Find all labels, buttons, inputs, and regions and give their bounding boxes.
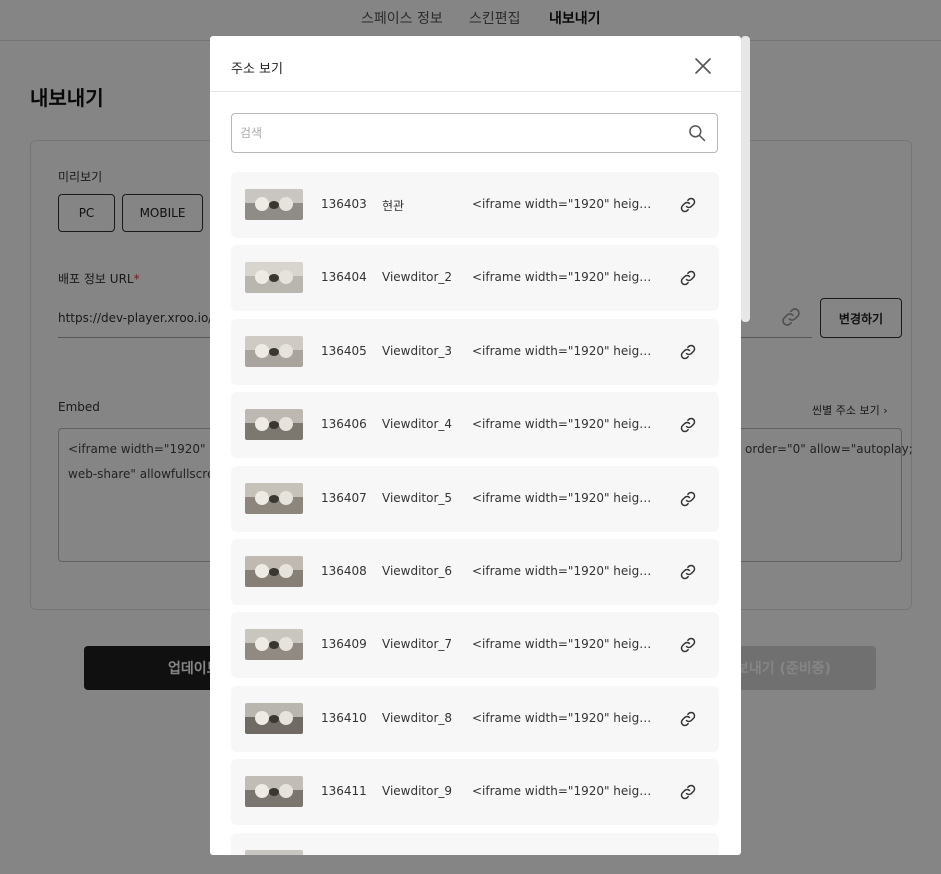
scene-id: 136408 bbox=[321, 564, 367, 578]
scene-thumbnail bbox=[245, 702, 303, 734]
scene-row: 136405 Viewditor_3 <iframe width="1920" he… bbox=[231, 318, 719, 385]
search-icon[interactable] bbox=[687, 123, 707, 143]
scene-embed-code: <iframe width="1920" height="1080" src="… bbox=[472, 343, 657, 358]
scene-thumbnail bbox=[245, 629, 303, 661]
search-input[interactable] bbox=[240, 122, 670, 144]
scene-id: 136407 bbox=[321, 490, 367, 505]
scene-name: Viewditor_8 bbox=[382, 710, 453, 725]
scene-id: 136405 bbox=[321, 343, 367, 358]
scene-id: 136406 bbox=[321, 417, 367, 432]
link-icon[interactable] bbox=[679, 490, 697, 508]
scene-id: 136410 bbox=[321, 710, 367, 725]
scene-embed-code: <iframe width="1920" height="1080" src="… bbox=[472, 490, 657, 505]
modal-scrollbar[interactable] bbox=[741, 36, 750, 855]
scene-embed-code: <iframe width="1920" height="1080" src="… bbox=[472, 637, 657, 652]
close-icon[interactable] bbox=[691, 54, 715, 78]
scene-embed-code: <iframe width="1920" height="1080" src="… bbox=[472, 270, 657, 285]
scene-row: 136403 현관 <iframe width="1920" height="108… bbox=[231, 172, 719, 238]
link-icon[interactable] bbox=[679, 563, 697, 581]
scene-name: 현관 bbox=[382, 199, 405, 213]
scene-id: 136403 bbox=[321, 197, 367, 211]
scrollbar-thumb[interactable] bbox=[741, 36, 750, 322]
link-icon[interactable] bbox=[679, 416, 697, 434]
scene-name: Viewditor_7 bbox=[382, 637, 453, 652]
scene-row: 136409 Viewditor_7 <iframe width="1920" he… bbox=[231, 612, 719, 679]
modal-title: 주소 보기 bbox=[231, 62, 283, 77]
scene-name: Viewditor_3 bbox=[382, 343, 453, 358]
link-icon[interactable] bbox=[679, 636, 697, 654]
scene-row bbox=[231, 832, 719, 855]
scene-row: 136404 Viewditor_2 <iframe width="1920" he… bbox=[231, 245, 719, 312]
scene-row: 136408 Viewditor_6 <iframe width="1920" he… bbox=[231, 539, 719, 605]
scene-name: Viewditor_2 bbox=[382, 270, 453, 285]
modal-header: 주소 보기 bbox=[210, 36, 741, 92]
scene-id: 136411 bbox=[321, 784, 367, 799]
scene-thumbnail bbox=[245, 482, 303, 514]
scene-name: Viewditor_9 bbox=[382, 784, 453, 799]
scene-row: 136406 Viewditor_4 <iframe width="1920" he… bbox=[231, 392, 719, 459]
scene-thumbnail bbox=[245, 849, 303, 855]
scene-id: 136409 bbox=[321, 637, 367, 652]
link-icon[interactable] bbox=[679, 269, 697, 287]
scene-thumbnail bbox=[245, 409, 303, 441]
address-modal: 주소 보기 136403 현관 <iframe width="1920" heigh… bbox=[210, 36, 741, 855]
scene-name: Viewditor_4 bbox=[382, 417, 453, 432]
scene-thumbnail bbox=[245, 262, 303, 294]
link-icon[interactable] bbox=[679, 710, 697, 728]
scene-row: 136411 Viewditor_9 <iframe width="1920" he… bbox=[231, 759, 719, 826]
scene-embed-code: <iframe width="1920" height="1080" src="… bbox=[472, 784, 657, 799]
link-icon[interactable] bbox=[679, 343, 697, 361]
scene-embed-code: <iframe width="1920" height="1080" src="… bbox=[472, 197, 657, 211]
scene-id: 136404 bbox=[321, 270, 367, 285]
scene-name: Viewditor_5 bbox=[382, 490, 453, 505]
link-icon[interactable] bbox=[679, 783, 697, 801]
scene-row: 136407 Viewditor_5 <iframe width="1920" he… bbox=[231, 465, 719, 532]
scene-thumbnail bbox=[245, 189, 303, 220]
scene-thumbnail bbox=[245, 335, 303, 367]
scene-thumbnail bbox=[245, 556, 303, 587]
link-icon[interactable] bbox=[679, 196, 697, 214]
scene-embed-code: <iframe width="1920" height="1080" src="… bbox=[472, 564, 657, 578]
scene-embed-code: <iframe width="1920" height="1080" src="… bbox=[472, 417, 657, 432]
scene-thumbnail bbox=[245, 776, 303, 808]
scene-row: 136410 Viewditor_8 <iframe width="1920" he… bbox=[231, 685, 719, 752]
search-box bbox=[231, 113, 718, 153]
scene-name: Viewditor_6 bbox=[382, 564, 453, 578]
scene-embed-code: <iframe width="1920" height="1080" src="… bbox=[472, 710, 657, 725]
